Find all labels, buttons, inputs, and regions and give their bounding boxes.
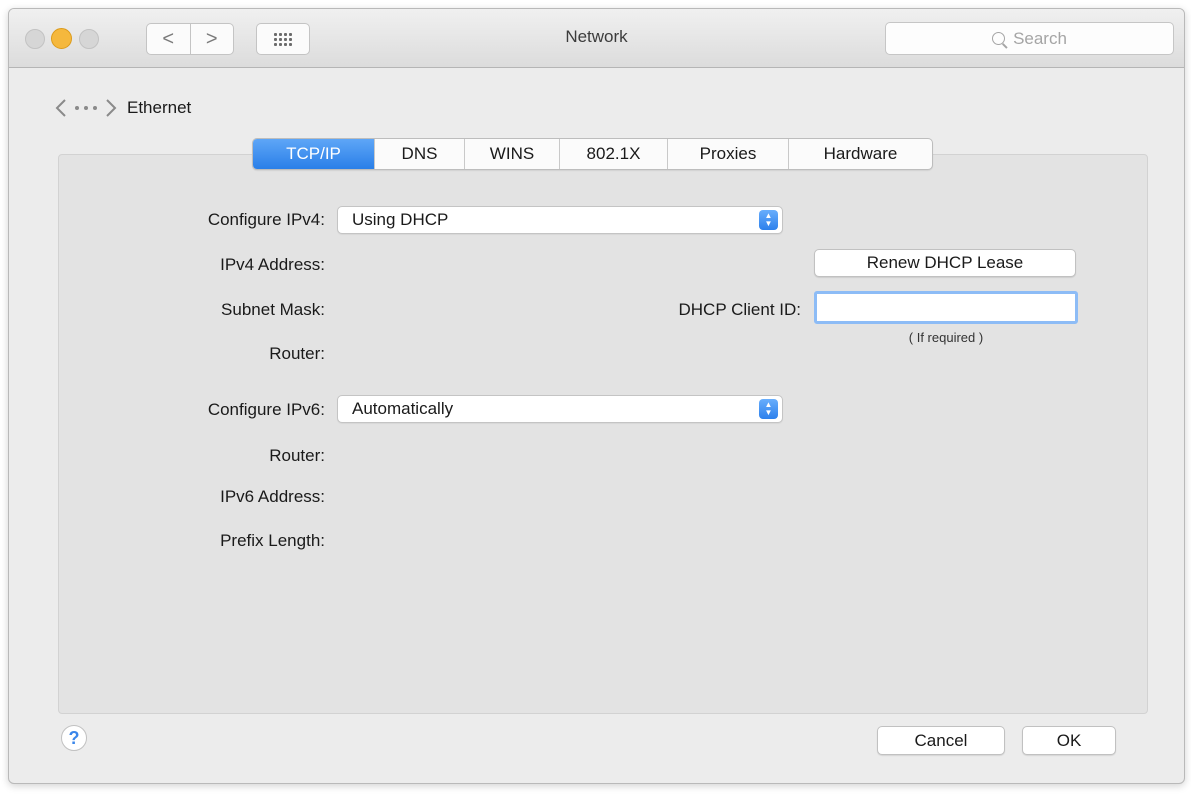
search-placeholder: Search bbox=[1013, 28, 1067, 48]
configure-ipv4-popup[interactable]: Using DHCP ▲ ▼ bbox=[337, 206, 783, 234]
ipv6-router-label: Router: bbox=[269, 446, 325, 465]
service-header: Ethernet bbox=[55, 97, 191, 119]
dhcp-client-id-hint: ( If required ) bbox=[908, 330, 984, 345]
renew-dhcp-lease-button[interactable]: Renew DHCP Lease bbox=[814, 249, 1076, 277]
service-name: Ethernet bbox=[127, 98, 192, 117]
tab-proxies[interactable]: Proxies bbox=[667, 139, 788, 169]
dhcp-client-id-field[interactable] bbox=[814, 291, 1078, 324]
ethernet-icon bbox=[55, 99, 117, 117]
help-button[interactable]: ? bbox=[61, 725, 87, 751]
tab-wins[interactable]: WINS bbox=[464, 139, 559, 169]
tab-bar: TCP/IP DNS WINS 802.1X Proxies Hardware bbox=[252, 138, 933, 170]
network-preferences-window: < > Network Search Ethernet TCP/IP DNS W… bbox=[8, 8, 1185, 784]
configure-ipv4-value: Using DHCP bbox=[352, 210, 449, 229]
cancel-button[interactable]: Cancel bbox=[877, 726, 1005, 755]
title-bar: < > Network Search bbox=[9, 9, 1184, 68]
updown-chevron-icon: ▲ ▼ bbox=[759, 399, 778, 419]
configure-ipv4-label: Configure IPv4: bbox=[207, 210, 325, 229]
tab-tcp-ip[interactable]: TCP/IP bbox=[253, 139, 374, 169]
ipv6-address-label: IPv6 Address: bbox=[220, 487, 325, 506]
tab-802-1x[interactable]: 802.1X bbox=[559, 139, 667, 169]
configure-ipv6-label: Configure IPv6: bbox=[207, 400, 325, 419]
updown-chevron-icon: ▲ ▼ bbox=[759, 210, 778, 230]
search-field[interactable]: Search bbox=[885, 22, 1174, 55]
configure-ipv6-popup[interactable]: Automatically ▲ ▼ bbox=[337, 395, 783, 423]
dhcp-client-id-label: DHCP Client ID: bbox=[678, 300, 802, 319]
prefix-length-label: Prefix Length: bbox=[220, 531, 325, 550]
ipv4-router-label: Router: bbox=[269, 344, 325, 363]
tab-dns[interactable]: DNS bbox=[374, 139, 464, 169]
search-icon bbox=[992, 32, 1006, 45]
settings-panel bbox=[58, 154, 1148, 714]
ipv4-address-label: IPv4 Address: bbox=[220, 255, 325, 274]
ok-button[interactable]: OK bbox=[1022, 726, 1116, 755]
configure-ipv6-value: Automatically bbox=[352, 399, 454, 418]
tab-hardware[interactable]: Hardware bbox=[788, 139, 932, 169]
subnet-mask-label: Subnet Mask: bbox=[221, 300, 325, 319]
question-mark-icon: ? bbox=[68, 727, 80, 748]
